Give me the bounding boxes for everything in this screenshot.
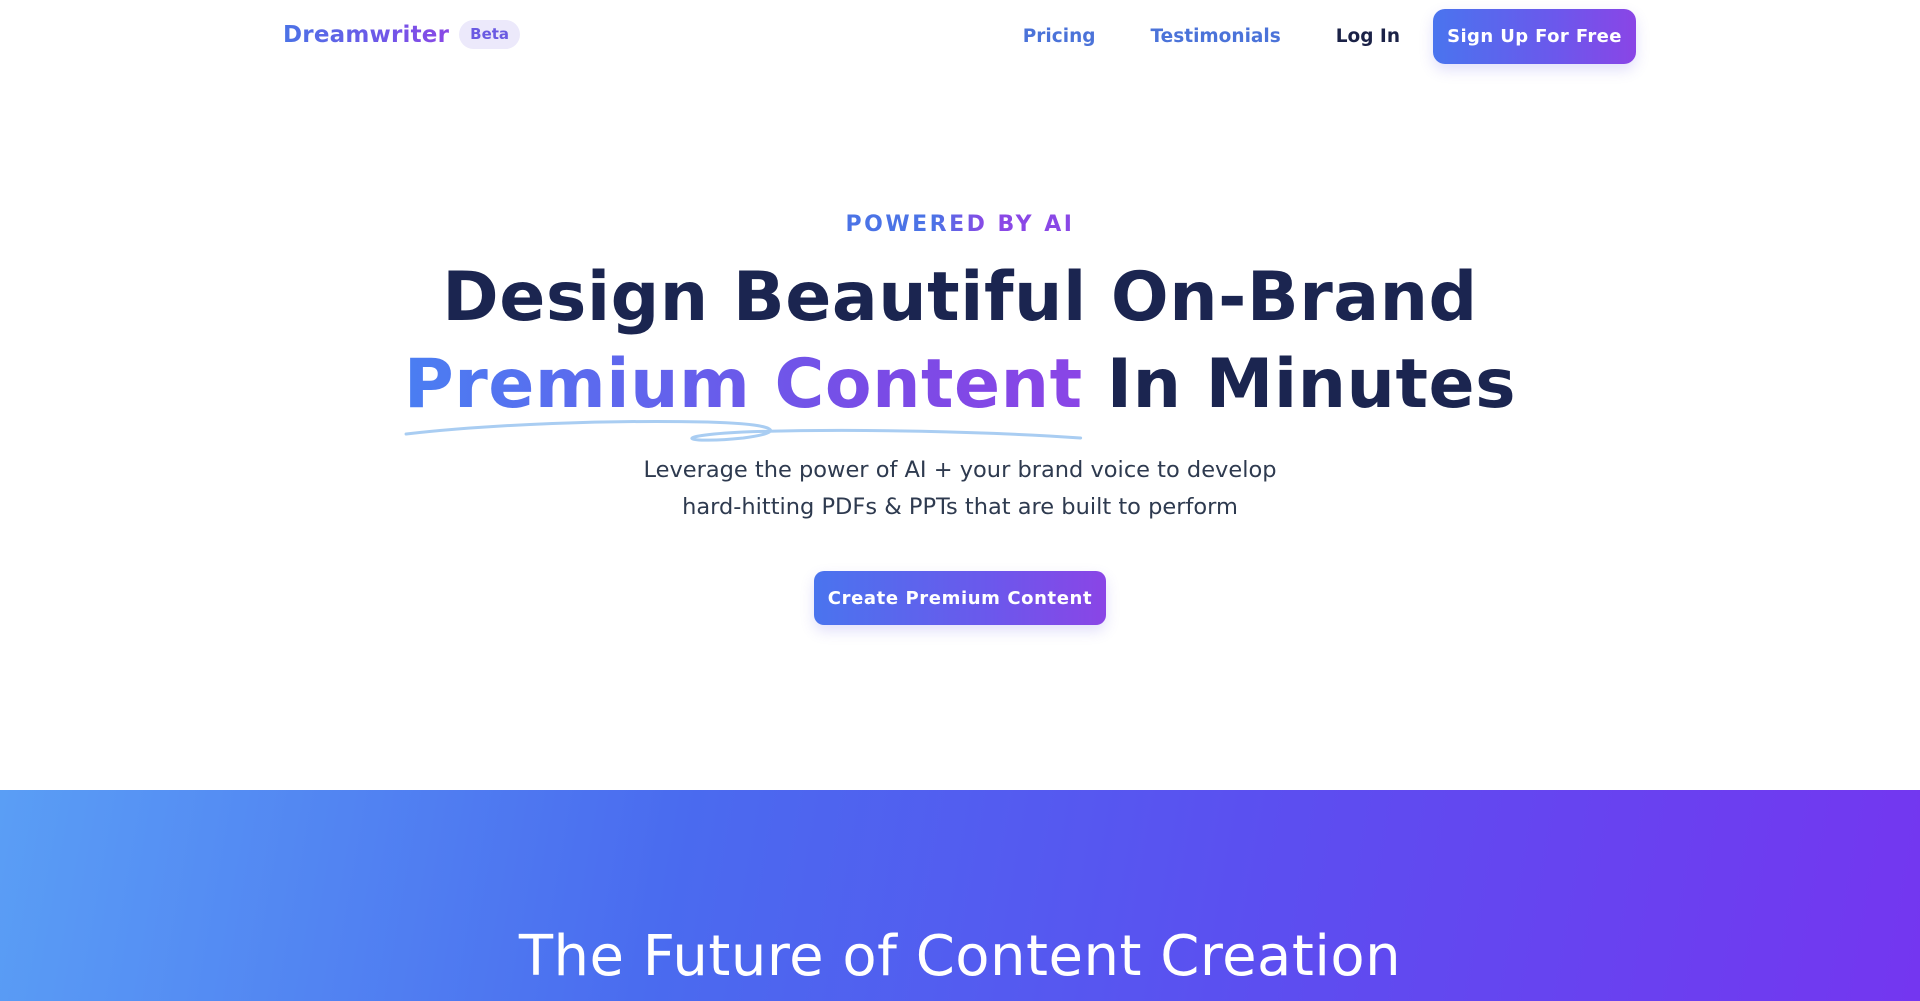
headline-highlight-text: Premium Content [403,345,1083,424]
future-section: The Future of Content Creation [0,790,1920,1001]
subhead-line-1: Leverage the power of AI + your brand vo… [643,457,1277,483]
headline-highlight: Premium Content [403,341,1083,442]
hero-headline: Design Beautiful On-Brand Premium Conten… [0,254,1920,442]
nav-links: Pricing Testimonials Log In Sign Up For … [1023,9,1636,64]
headline-line-2: Premium Content In Minutes [0,341,1920,442]
brand[interactable]: Dreamwriter Beta [283,20,521,49]
signup-button[interactable]: Sign Up For Free [1433,9,1636,64]
subhead-line-2: hard-hitting PDFs & PPTs that are built … [682,494,1238,520]
hero-subheading: Leverage the power of AI + your brand vo… [0,452,1920,526]
create-premium-content-button[interactable]: Create Premium Content [814,571,1106,625]
nav-link-testimonials[interactable]: Testimonials [1151,26,1281,47]
headline-line-2-rest: In Minutes [1082,345,1517,424]
beta-badge: Beta [459,20,521,49]
hero-eyebrow: POWERED BY AI [830,212,1090,237]
login-link[interactable]: Log In [1336,26,1400,47]
squiggle-underline-decoration [404,420,1083,442]
hero-section: POWERED BY AI Design Beautiful On-Brand … [0,72,1920,790]
nav-link-pricing[interactable]: Pricing [1023,26,1096,47]
future-section-title: The Future of Content Creation [518,924,1402,989]
headline-line-1: Design Beautiful On-Brand [442,258,1478,337]
brand-logo-text[interactable]: Dreamwriter [283,22,449,48]
top-navigation: Dreamwriter Beta Pricing Testimonials Lo… [0,0,1920,72]
